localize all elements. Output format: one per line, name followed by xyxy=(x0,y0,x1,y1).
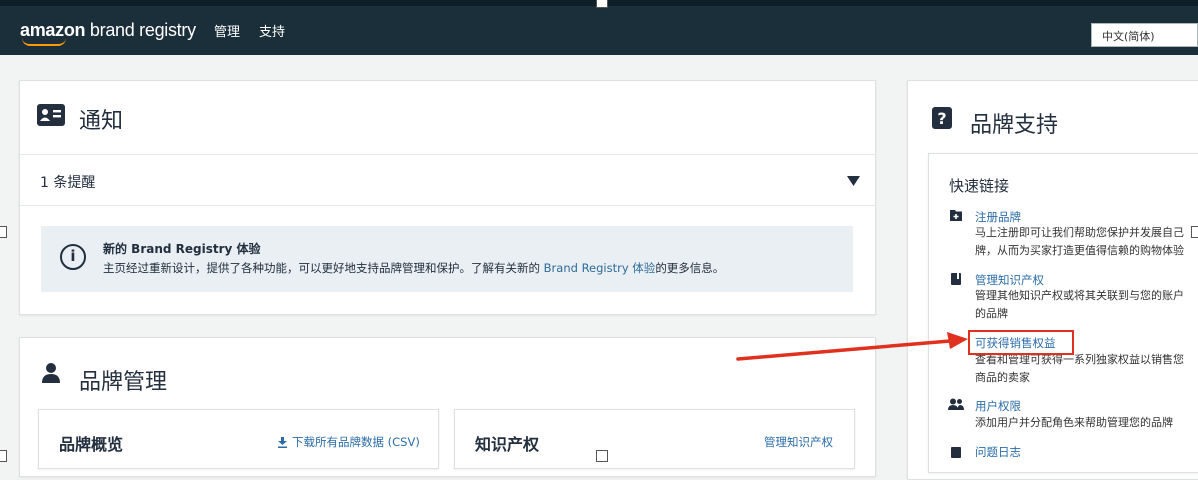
help-icon: ? xyxy=(932,107,952,129)
register-brand-link[interactable]: 注册品牌 xyxy=(975,209,1021,225)
logo-brand-registry-text: brand registry xyxy=(85,20,196,40)
download-icon xyxy=(278,437,287,448)
resize-handle-bottom[interactable] xyxy=(596,450,608,462)
resize-handle-right[interactable] xyxy=(1191,226,1198,238)
log-icon xyxy=(951,447,961,458)
info-icon: i xyxy=(60,244,86,270)
ip-title: 知识产权 xyxy=(475,435,540,454)
brand-support-title: 品牌支持 xyxy=(970,113,1059,138)
add-folder-icon xyxy=(950,210,962,221)
brand-management-title: 品牌管理 xyxy=(79,370,168,395)
brand-overview-title: 品牌概览 xyxy=(59,435,124,454)
issue-log-link[interactable]: 问题日志 xyxy=(975,444,1021,460)
alerts-summary[interactable]: 1 条提醒 xyxy=(40,172,95,192)
nav-manage-link[interactable]: 管理 xyxy=(214,21,240,40)
nav-support-link[interactable]: 支持 xyxy=(259,21,285,40)
resize-handle-left[interactable] xyxy=(0,226,7,238)
annotation-arrow-icon xyxy=(736,332,968,361)
description-line: 添加用户并分配角色来帮助管理您的品牌 xyxy=(975,416,1173,429)
brand-overview-card: 品牌概览 下载所有品牌数据 (CSV) xyxy=(38,409,439,469)
resize-handle-top[interactable] xyxy=(596,0,608,8)
id-card-icon xyxy=(37,104,65,126)
info-learn-more-link[interactable]: Brand Registry 体验 xyxy=(544,261,656,275)
register-brand-description: 马上注册即可让我们帮助您保护并发展自己 牌，从而为买家打造更值得信赖的购物体验 xyxy=(975,224,1184,260)
expand-triangle-icon[interactable] xyxy=(847,176,860,186)
description-line: 牌，从而为买家打造更值得信赖的购物体验 xyxy=(975,244,1184,257)
users-icon xyxy=(948,398,964,410)
divider xyxy=(20,205,875,206)
info-title: 新的 Brand Registry 体验 xyxy=(103,242,261,256)
divider xyxy=(20,154,875,155)
svg-text:?: ? xyxy=(937,109,946,128)
sales-entitlements-description: 查看和管理可获得一系列独家权益以销售您 商品的卖家 xyxy=(975,351,1184,387)
manage-ip-description: 管理其他知识产权或将其关联到与您的账户 的品牌 xyxy=(975,287,1184,323)
description-line: 商品的卖家 xyxy=(975,371,1030,384)
download-brand-data-link[interactable]: 下载所有品牌数据 (CSV) xyxy=(292,434,420,450)
info-text: 主页经过重新设计，提供了各种功能，可以更好地支持品牌管理和保护。了解有关新的 B… xyxy=(103,260,724,276)
manage-ip-link[interactable]: 管理知识产权 xyxy=(764,434,833,450)
amazon-smile-icon xyxy=(22,38,66,46)
manage-ip-quick-link[interactable]: 管理知识产权 xyxy=(975,272,1044,288)
language-value: 中文(简体) xyxy=(1102,30,1155,43)
book-icon xyxy=(951,273,961,285)
quick-links-title: 快速链接 xyxy=(949,177,1010,195)
description-line: 的品牌 xyxy=(975,307,1008,320)
intellectual-property-card: 知识产权 管理知识产权 xyxy=(454,409,855,469)
user-permissions-link[interactable]: 用户权限 xyxy=(975,398,1021,414)
user-permissions-description: 添加用户并分配角色来帮助管理您的品牌 xyxy=(975,414,1173,432)
description-line: 管理其他知识产权或将其关联到与您的账户 xyxy=(975,289,1184,302)
notifications-title: 通知 xyxy=(79,109,124,134)
top-navigation-bar: amazon brand registry 管理 支持 中文(简体) xyxy=(0,0,1198,55)
language-select[interactable]: 中文(简体) xyxy=(1091,23,1198,47)
description-line: 马上注册即可让我们帮助您保护并发展自己 xyxy=(975,226,1184,239)
info-text-tail: 的更多信息。 xyxy=(655,261,725,275)
resize-handle-bottom-left[interactable] xyxy=(0,450,7,462)
info-text-body: 主页经过重新设计，提供了各种功能，可以更好地支持品牌管理和保护。了解有关新的 xyxy=(103,261,544,275)
highlight-box xyxy=(968,330,1074,355)
logo-amazon-text: amazon xyxy=(20,20,86,40)
new-experience-info-box: i 新的 Brand Registry 体验 主页经过重新设计，提供了各种功能，… xyxy=(41,226,853,292)
brand-registry-logo[interactable]: amazon brand registry xyxy=(20,20,196,46)
person-icon xyxy=(42,363,60,383)
